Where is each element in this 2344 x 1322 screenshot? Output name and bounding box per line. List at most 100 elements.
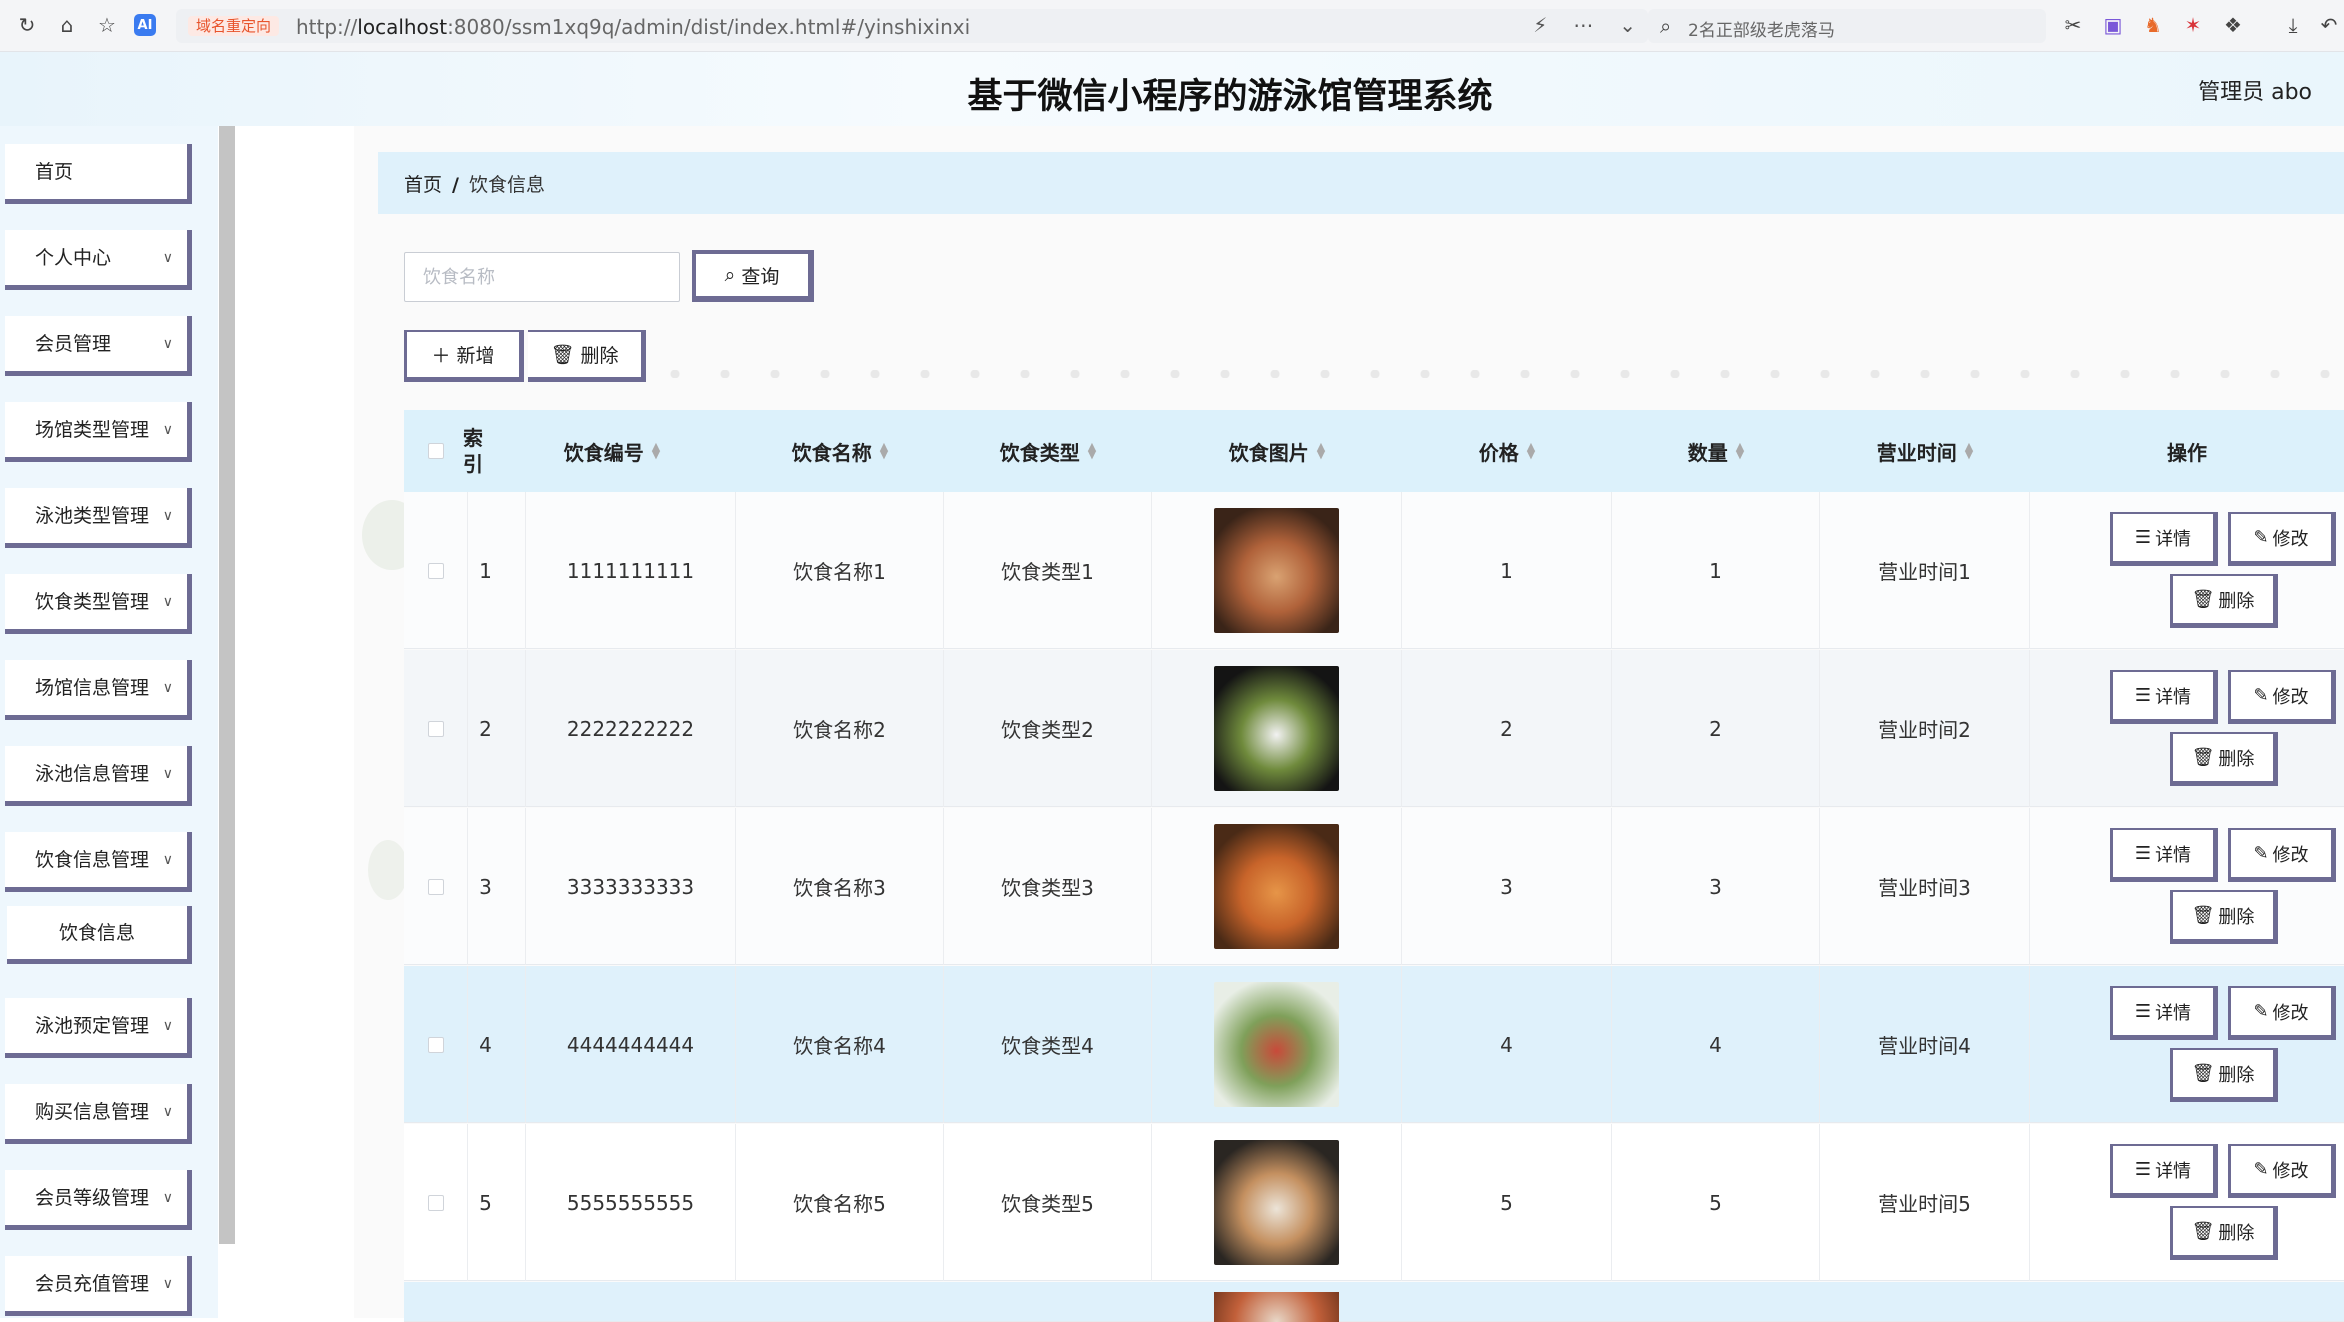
detail-button[interactable]: ☰ 详情 bbox=[2110, 1144, 2218, 1198]
sidebar-item-food-type-management[interactable]: 饮食类型管理 ∨ bbox=[5, 574, 192, 634]
query-button[interactable]: ⌕ 查询 bbox=[692, 250, 814, 302]
cell-hours: 营业时间4 bbox=[1820, 966, 2030, 1123]
sort-icon[interactable]: ▲ ▼ bbox=[652, 441, 660, 460]
sort-icon[interactable]: ▲ ▼ bbox=[880, 441, 888, 460]
puzzle-icon[interactable]: ❖ bbox=[2220, 12, 2246, 38]
edit-button[interactable]: ✎ 修改 bbox=[2228, 670, 2336, 724]
edit-button[interactable]: ✎ 修改 bbox=[2228, 1144, 2336, 1198]
sort-icon[interactable]: ▲ ▼ bbox=[1527, 441, 1535, 460]
sidebar-item-pool-info-management[interactable]: 泳池信息管理 ∨ bbox=[5, 746, 192, 806]
home-icon[interactable]: ⌂ bbox=[54, 12, 80, 38]
sidebar-item-member-recharge-management[interactable]: 会员充值管理 ∨ bbox=[5, 1256, 192, 1316]
row-checkbox[interactable] bbox=[427, 1194, 444, 1211]
detail-button[interactable]: ☰ 详情 bbox=[2110, 828, 2218, 882]
chevron-down-icon: ∨ bbox=[162, 1276, 173, 1292]
search-suggestion-text[interactable]: 2名正部级老虎落马 bbox=[1688, 16, 1835, 41]
ai-assistant-icon[interactable]: AI bbox=[134, 14, 156, 36]
background-leaf-decoration bbox=[368, 840, 408, 900]
sidebar-item-member-management[interactable]: 会员管理 ∨ bbox=[5, 316, 192, 376]
download-icon[interactable]: ⤓ bbox=[2280, 12, 2306, 38]
translate-icon[interactable]: ▣ bbox=[2100, 12, 2126, 38]
column-header-type[interactable]: 饮食类型 ▲ ▼ bbox=[944, 410, 1152, 492]
detail-button[interactable]: ☰ 详情 bbox=[2110, 986, 2218, 1040]
detail-button[interactable]: ☰ 详情 bbox=[2110, 670, 2218, 724]
chevron-down-icon[interactable]: ⌄ bbox=[1619, 13, 1636, 37]
table-row[interactable]: 5 5555555555 饮食名称5 饮食类型5 5 5 营业时间5 ☰ 详情 ✎ 修改 🗑 删除 bbox=[404, 1124, 2344, 1281]
pencil-icon: ✎ bbox=[2253, 843, 2269, 864]
food-image[interactable] bbox=[1214, 508, 1339, 633]
column-header-code[interactable]: 饮食编号 ▲ ▼ bbox=[488, 410, 736, 492]
table-row[interactable]: 3 3333333333 饮食名称3 饮食类型3 3 3 营业时间3 ☰ 详情 ✎ 修改 🗑 删除 bbox=[404, 808, 2344, 965]
table-row[interactable] bbox=[404, 1282, 2344, 1322]
sort-icon[interactable]: ▲ ▼ bbox=[1965, 441, 1973, 460]
reload-icon[interactable]: ↻ bbox=[14, 12, 40, 38]
table-row[interactable]: 2 2222222222 饮食名称2 饮食类型2 2 2 营业时间2 ☰ 详情 ✎ 修改 🗑 删除 bbox=[404, 650, 2344, 807]
batch-delete-button[interactable]: 🗑 删除 bbox=[528, 330, 646, 382]
app-title: 基于微信小程序的游泳馆管理系统 bbox=[967, 77, 1493, 117]
breadcrumb-home[interactable]: 首页 bbox=[404, 174, 442, 196]
extension-red-icon[interactable]: ✶ bbox=[2180, 12, 2206, 38]
sort-icon[interactable]: ▲ ▼ bbox=[1088, 441, 1096, 460]
row-checkbox[interactable] bbox=[427, 562, 444, 579]
cell-actions: ☰ 详情 ✎ 修改 🗑 删除 bbox=[2030, 966, 2344, 1123]
delete-button[interactable]: 🗑 删除 bbox=[2170, 732, 2278, 786]
food-image[interactable] bbox=[1214, 982, 1339, 1107]
pencil-icon: ✎ bbox=[2253, 1159, 2269, 1180]
sidebar-item-pool-booking-management[interactable]: 泳池预定管理 ∨ bbox=[5, 998, 192, 1058]
cell-hours: 营业时间3 bbox=[1820, 808, 2030, 965]
edit-button[interactable]: ✎ 修改 bbox=[2228, 828, 2336, 882]
sort-icon[interactable]: ▲ ▼ bbox=[1736, 441, 1744, 460]
table-row[interactable]: 1 1111111111 饮食名称1 饮食类型1 1 1 营业时间1 ☰ 详情 ✎ 修改 🗑 删除 bbox=[404, 492, 2344, 649]
app-header: 基于微信小程序的游泳馆管理系统 管理员 abo bbox=[0, 52, 2344, 126]
cell-price: 3 bbox=[1402, 808, 1612, 965]
url-text[interactable]: http://localhost:8080/ssm1xq9q/admin/dis… bbox=[296, 15, 970, 39]
sidebar-item-member-level-management[interactable]: 会员等级管理 ∨ bbox=[5, 1170, 192, 1230]
address-bar[interactable]: 域名重定向 http://localhost:8080/ssm1xq9q/adm… bbox=[176, 9, 1648, 43]
column-header-price[interactable]: 价格 ▲ ▼ bbox=[1402, 410, 1612, 492]
sidebar-item-home[interactable]: 首页 bbox=[5, 144, 192, 204]
food-image[interactable] bbox=[1214, 666, 1339, 791]
sidebar-item-food-info-management[interactable]: 饮食信息管理 ∨ bbox=[5, 832, 192, 892]
cell-code: 4444444444 bbox=[526, 966, 736, 1123]
undo-icon[interactable]: ↶ bbox=[2316, 12, 2342, 38]
column-header-image[interactable]: 饮食图片 ▲ ▼ bbox=[1152, 410, 1402, 492]
food-name-search-input[interactable] bbox=[404, 252, 680, 302]
column-header-quantity[interactable]: 数量 ▲ ▼ bbox=[1612, 410, 1820, 492]
column-header-name[interactable]: 饮食名称 ▲ ▼ bbox=[736, 410, 944, 492]
scissors-icon[interactable]: ✂ bbox=[2060, 12, 2086, 38]
food-image[interactable] bbox=[1214, 824, 1339, 949]
sidebar-item-purchase-management[interactable]: 购买信息管理 ∨ bbox=[5, 1084, 192, 1144]
sort-icon[interactable]: ▲ ▼ bbox=[1317, 441, 1325, 460]
sidebar-scrollbar-thumb[interactable] bbox=[219, 126, 235, 1244]
add-button[interactable]: ＋新增 bbox=[404, 330, 524, 382]
table-header: 索引 饮食编号 ▲ ▼ 饮食名称 ▲ ▼ 饮食类型 ▲ ▼ 饮食图片 ▲ ▼ 价格 ▲ ▼ 数量 ▲ ▼… bbox=[404, 410, 2344, 492]
sidebar-item-pool-type-management[interactable]: 泳池类型管理 ∨ bbox=[5, 488, 192, 548]
row-checkbox[interactable] bbox=[427, 1036, 444, 1053]
delete-button[interactable]: 🗑 删除 bbox=[2170, 574, 2278, 628]
food-image[interactable] bbox=[1214, 1140, 1339, 1265]
more-icon[interactable]: ⋯ bbox=[1573, 13, 1593, 37]
edit-button[interactable]: ✎ 修改 bbox=[2228, 986, 2336, 1040]
table-row[interactable]: 4 4444444444 饮食名称4 饮食类型4 4 4 营业时间4 ☰ 详情 ✎ 修改 🗑 删除 bbox=[404, 966, 2344, 1123]
delete-button[interactable]: 🗑 删除 bbox=[2170, 1048, 2278, 1102]
sidebar-subitem-food-info[interactable]: 饮食信息 bbox=[7, 906, 192, 964]
document-icon: ☰ bbox=[2134, 1159, 2152, 1180]
breadcrumb: 首页 / 饮食信息 bbox=[378, 152, 2344, 214]
sidebar-item-venue-info-management[interactable]: 场馆信息管理 ∨ bbox=[5, 660, 192, 720]
bookmark-star-icon[interactable]: ☆ bbox=[94, 12, 120, 38]
decorative-dots bbox=[650, 370, 2344, 378]
browser-search-bar[interactable]: ⌕ 2名正部级老虎落马 bbox=[1648, 9, 2046, 43]
row-checkbox[interactable] bbox=[427, 878, 444, 895]
search-icon: ⌕ bbox=[1660, 14, 1672, 38]
lightning-icon[interactable]: ⚡ bbox=[1533, 13, 1547, 37]
sidebar-item-personal-center[interactable]: 个人中心 ∨ bbox=[5, 230, 192, 290]
game-icon[interactable]: ♞ bbox=[2140, 12, 2166, 38]
delete-button[interactable]: 🗑 删除 bbox=[2170, 1206, 2278, 1260]
delete-button[interactable]: 🗑 删除 bbox=[2170, 890, 2278, 944]
edit-button[interactable]: ✎ 修改 bbox=[2228, 512, 2336, 566]
row-checkbox[interactable] bbox=[427, 720, 444, 737]
user-name[interactable]: 管理员 abo bbox=[2198, 74, 2312, 106]
sidebar-item-venue-type-management[interactable]: 场馆类型管理 ∨ bbox=[5, 402, 192, 462]
column-header-hours[interactable]: 营业时间 ▲ ▼ bbox=[1820, 410, 2030, 492]
detail-button[interactable]: ☰ 详情 bbox=[2110, 512, 2218, 566]
